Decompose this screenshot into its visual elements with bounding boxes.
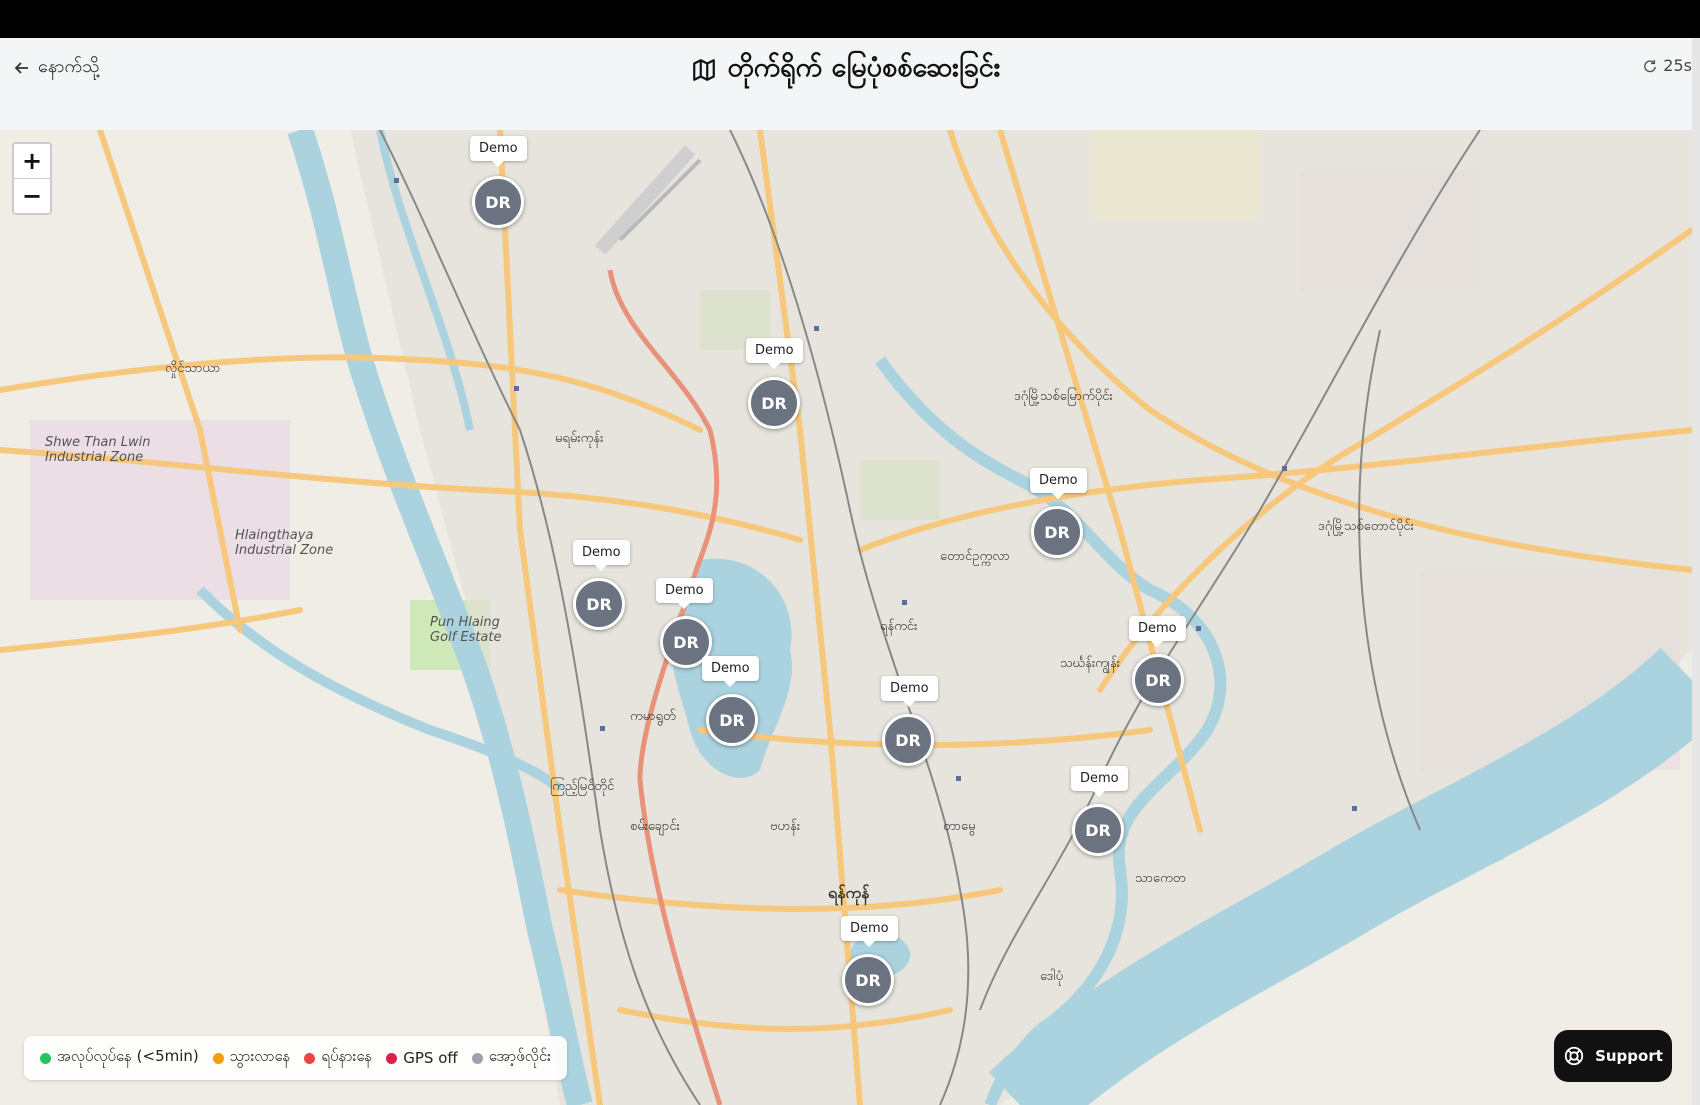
marker-tag: Demo — [573, 540, 630, 571]
map-label: တောင်ဥက္ကလာ — [940, 549, 1010, 564]
legend-label: GPS off — [403, 1049, 458, 1067]
vehicle-marker[interactable]: DR — [1031, 506, 1083, 558]
legend-item-gps-off: GPS off — [386, 1049, 458, 1067]
map-label: တာမွေ — [943, 819, 976, 834]
page-header: နောက်သို့ တိုက်ရိုက် မြေပုံစစ်ဆေးခြင်း 2… — [0, 38, 1692, 130]
marker-tag: Demo — [702, 656, 759, 687]
marker-tag: Demo — [656, 578, 713, 609]
support-label: Support — [1595, 1047, 1663, 1065]
legend-label: သွားလာနေ — [229, 1047, 291, 1065]
vehicle-marker[interactable]: DR — [1132, 654, 1184, 706]
map-icon — [693, 59, 716, 81]
legend-label: ရပ်နားနေ — [321, 1047, 373, 1065]
refresh-indicator[interactable]: 25s — [1643, 56, 1692, 75]
map-tiles — [0, 130, 1692, 1105]
legend-label: အလုပ်လုပ်နေ (<5min) — [57, 1047, 199, 1065]
page-title-text: တိုက်ရိုက် မြေပုံစစ်ဆေးခြင်း — [727, 52, 1001, 83]
page-title: တိုက်ရိုက် မြေပုံစစ်ဆေးခြင်း — [0, 50, 1692, 90]
map-label: Hlaingthaya Industrial Zone — [235, 528, 334, 558]
map-label: Pun Hlaing Golf Estate — [430, 615, 502, 645]
map-label: Shwe Than Lwin Industrial Zone — [45, 435, 151, 465]
zoom-in-button[interactable]: + — [14, 144, 50, 178]
map-label: ရန်ကုန် — [828, 883, 870, 902]
map-label: ဗဟန်း — [770, 819, 801, 834]
marker-tag: Demo — [470, 136, 527, 167]
legend-item-active: အလုပ်လုပ်နေ (<5min) — [40, 1047, 199, 1069]
legend-label: အော့ဖ်လိုင်း — [488, 1047, 551, 1065]
map-label: ဒေါပုံ — [1040, 969, 1063, 984]
vehicle-marker[interactable]: DR — [706, 694, 758, 746]
vehicle-marker[interactable]: DR — [1072, 804, 1124, 856]
map-label: သာကေတ — [1135, 871, 1186, 886]
zoom-out-button[interactable]: − — [14, 178, 50, 213]
map-label: သင်္ဃန်းကျွန်း — [1060, 656, 1121, 671]
status-dot-icon — [304, 1052, 316, 1064]
vehicle-marker[interactable]: DR — [573, 578, 625, 630]
map-label: မရမ်းကုန်း — [555, 431, 604, 446]
map-label: ကမာရွတ် — [630, 709, 676, 724]
legend-item-offline: အော့ဖ်လိုင်း — [471, 1047, 551, 1069]
map-label: လှိုင်သာယာ — [165, 361, 221, 376]
marker-tag: Demo — [841, 916, 898, 947]
map-label: စမ်းချောင်း — [630, 819, 680, 834]
map-label: ရန်ကင်း — [880, 619, 918, 634]
status-dot-icon — [40, 1052, 51, 1064]
status-dot-icon — [386, 1052, 398, 1064]
page-scrollbar[interactable] — [1692, 38, 1700, 1105]
status-legend: အလုပ်လုပ်နေ (<5min) သွားလာနေ ရပ်နားနေ GP… — [24, 1036, 567, 1080]
vehicle-marker[interactable]: DR — [748, 377, 800, 429]
live-map[interactable]: မရမ်းကုန်း ရန်ကင်း တောင်ဥက္ကလာ သင်္ဃန်းက… — [0, 130, 1692, 1105]
marker-tag: Demo — [881, 676, 938, 707]
legend-item-stopped: ရပ်နားနေ — [304, 1047, 372, 1069]
refresh-icon — [1644, 59, 1657, 72]
status-dot-icon — [212, 1052, 224, 1064]
marker-tag: Demo — [746, 338, 803, 369]
map-label: ကြည့်မြင်တိုင် — [550, 779, 615, 794]
map-label: ဒဂုံမြို့သစ်တောင်ပိုင်း — [1318, 519, 1414, 534]
vehicle-marker[interactable]: DR — [842, 954, 894, 1006]
support-button[interactable]: Support — [1554, 1030, 1672, 1082]
map-label: ဒဂုံမြို့သစ်မြောက်ပိုင်း — [1014, 389, 1113, 404]
marker-tag: Demo — [1030, 468, 1087, 499]
status-dot-icon — [471, 1052, 483, 1064]
lifebuoy-icon — [1564, 1046, 1584, 1066]
vehicle-marker[interactable]: DR — [882, 714, 934, 766]
marker-tag: Demo — [1129, 616, 1186, 647]
vehicle-marker[interactable]: DR — [472, 176, 524, 228]
refresh-countdown: 25s — [1663, 56, 1692, 75]
legend-item-moving: သွားလာနေ — [212, 1047, 291, 1069]
marker-tag: Demo — [1071, 766, 1128, 797]
top-black-bar — [0, 0, 1700, 38]
zoom-control: + − — [12, 142, 52, 215]
